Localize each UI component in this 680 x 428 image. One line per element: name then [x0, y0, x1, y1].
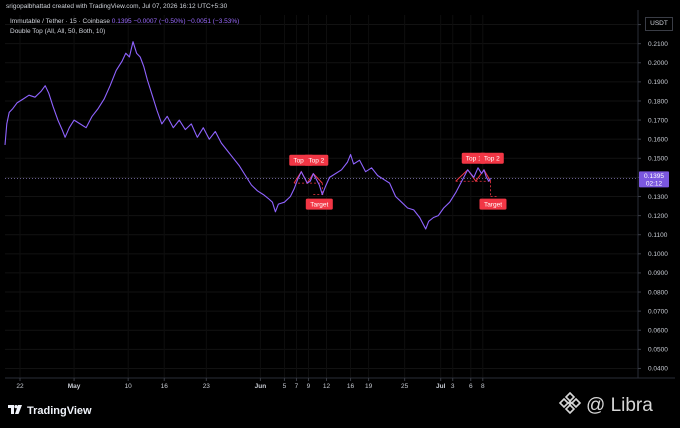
x-tick-label: 16 [347, 383, 355, 390]
target-label: Target [305, 198, 333, 210]
currency-button[interactable]: USDT [645, 17, 673, 31]
price-line-group [4, 41, 492, 230]
watermark-text: @ Libra [586, 395, 653, 416]
chart-credit: srigopalbhattad created with TradingView… [6, 3, 228, 10]
current-price-value: 0.1395 [644, 173, 664, 180]
y-tick-label: 0.1700 [648, 117, 668, 124]
x-tick-label: 25 [401, 383, 409, 390]
current-price-tag: 0.139502:12 [639, 171, 669, 188]
y-tick-label: 0.0400 [648, 366, 668, 373]
target-label: Target [479, 198, 507, 210]
top-label: Top 2 [304, 154, 329, 166]
y-tick-label: 0.0700 [648, 308, 668, 315]
top-label: Top 2 [479, 152, 504, 164]
x-tick-label: 23 [203, 383, 211, 390]
x-tick-label: 19 [365, 383, 373, 390]
y-tick-label: 0.1500 [648, 156, 668, 163]
label-text: Target [484, 201, 502, 208]
indicator-legend[interactable]: Double Top (All, All, 50, Both, 10) [10, 28, 105, 35]
grid [5, 15, 638, 378]
y-tick-label: 0.0600 [648, 328, 668, 335]
price-chart[interactable]: Top 1Top 2TargetTop 1Top 2Target 0.22000… [0, 0, 680, 428]
label-text: Top 1 [466, 156, 482, 163]
y-tick-label: 0.2100 [648, 41, 668, 48]
y-tick-label: 0.1300 [648, 194, 668, 201]
y-tick-label: 0.1600 [648, 136, 668, 143]
label-text: Top 2 [308, 158, 324, 165]
x-tick-label: May [68, 383, 81, 390]
x-tick-label: 10 [125, 383, 133, 390]
y-tick-label: 0.1200 [648, 213, 668, 220]
double-top-pattern [293, 168, 498, 197]
binance-icon [558, 391, 582, 415]
x-tick-label: 5 [283, 383, 287, 390]
x-tick-label: 7 [295, 383, 299, 390]
double-top-2 [455, 168, 498, 197]
y-tick-label: 0.0800 [648, 289, 668, 296]
x-tick-label: 12 [323, 383, 331, 390]
axes: 0.22000.21000.20000.19000.18000.17000.16… [5, 10, 675, 390]
x-tick-label: 3 [451, 383, 455, 390]
x-tick-label: Jul [436, 383, 446, 390]
double-top-1 [293, 170, 326, 195]
y-tick-label: 0.2000 [648, 60, 668, 67]
label-text: Top 2 [484, 156, 500, 163]
x-tick-label: 8 [481, 383, 485, 390]
x-tick-label: 16 [161, 383, 169, 390]
x-tick-label: 6 [469, 383, 473, 390]
current-price-countdown: 02:12 [646, 180, 663, 187]
symbol-legend: Immutable / Tether · 15 · Coinbase 0.139… [10, 18, 239, 25]
y-tick-label: 0.0900 [648, 270, 668, 277]
symbol-values: 0.1395 −0.0007 (−0.50%) −0.0051 (−3.53%) [111, 18, 240, 25]
watermark: @ Libra [558, 391, 653, 417]
x-tick-label: Jun [255, 383, 267, 390]
pattern-labels: Top 1 Top 2TargetTop 1 Top 2Target [289, 152, 507, 210]
y-tick-label: 0.0500 [648, 347, 668, 354]
symbol-name[interactable]: Immutable / Tether · 15 · Coinbase [10, 18, 110, 25]
label-text: Target [310, 201, 328, 208]
price-line [4, 41, 492, 230]
tradingview-logo[interactable]: TradingView [8, 405, 92, 417]
x-tick-label: 22 [16, 383, 24, 390]
tradingview-logo-text: TradingView [27, 405, 92, 417]
y-tick-label: 0.1100 [648, 232, 668, 239]
y-tick-label: 0.1800 [648, 98, 668, 105]
y-tick-label: 0.1900 [648, 79, 668, 86]
x-tick-label: 9 [307, 383, 311, 390]
tradingview-logo-icon [8, 405, 22, 414]
y-tick-label: 0.1000 [648, 251, 668, 258]
